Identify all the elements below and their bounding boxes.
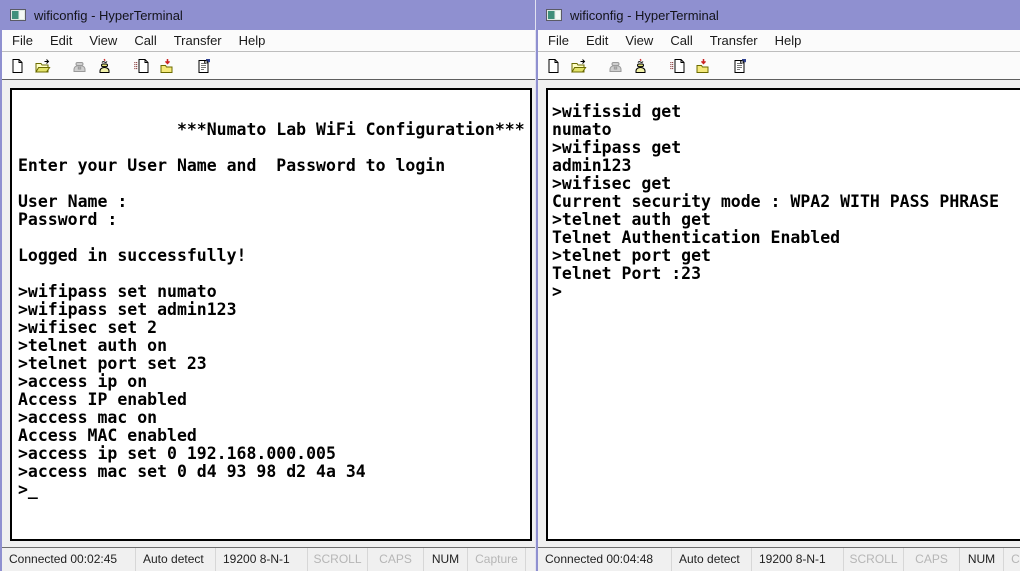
hyperterminal-icon[interactable]	[546, 9, 562, 22]
baud-rate: 19200 8-N-1	[752, 548, 844, 571]
receive-file-icon[interactable]	[156, 57, 176, 75]
terminal-line: ***Numato Lab WiFi Configuration***	[18, 121, 530, 139]
terminal-line: >wifipass get	[552, 139, 1020, 157]
statusbar: Connected 00:04:48Auto detect19200 8-N-1…	[538, 547, 1020, 571]
hyperterminal-window-left: wificonfig - HyperTerminal FileEditViewC…	[0, 0, 536, 571]
menu-item-help[interactable]: Help	[768, 31, 809, 50]
num-lock-indicator: NUM	[424, 548, 468, 571]
terminal-line: >telnet port set 23	[18, 355, 530, 373]
connected-status: Connected 00:04:48	[538, 548, 672, 571]
menu-item-view[interactable]: View	[618, 31, 660, 50]
call-icon	[605, 57, 625, 75]
terminal-screen[interactable]: >wifissid getnumato>wifipass getadmin123…	[546, 88, 1020, 541]
menu-item-help[interactable]: Help	[232, 31, 273, 50]
menu-item-transfer[interactable]: Transfer	[703, 31, 765, 50]
disconnect-icon[interactable]	[94, 57, 114, 75]
capture-indicator: Capture	[468, 548, 526, 571]
terminal-line: Access IP enabled	[18, 391, 530, 409]
terminal-line: User Name :	[18, 193, 530, 211]
terminal-line: Password :	[18, 211, 530, 229]
menu-item-edit[interactable]: Edit	[43, 31, 79, 50]
terminal-line: >_	[18, 481, 530, 499]
terminal-region: ***Numato Lab WiFi Configuration*** Ente…	[2, 80, 535, 547]
capture-indicator: Capture	[1004, 548, 1020, 571]
menu-item-view[interactable]: View	[82, 31, 124, 50]
terminal-line: >wifissid get	[552, 103, 1020, 121]
caps-lock-indicator: CAPS	[368, 548, 424, 571]
terminal-line: >telnet auth on	[18, 337, 530, 355]
terminal-line: numato	[552, 121, 1020, 139]
terminal-line: Current security mode : WPA2 WITH PASS P…	[552, 193, 1020, 211]
menu-item-file[interactable]: File	[5, 31, 40, 50]
terminal-line: Telnet Port :23	[552, 265, 1020, 283]
terminal-line: >	[552, 283, 1020, 301]
scroll-lock-indicator: SCROLL	[844, 548, 904, 571]
emulation-mode: Auto detect	[672, 548, 752, 571]
terminal-region: >wifissid getnumato>wifipass getadmin123…	[538, 80, 1020, 547]
terminal-screen[interactable]: ***Numato Lab WiFi Configuration*** Ente…	[10, 88, 532, 541]
disconnect-icon[interactable]	[630, 57, 650, 75]
terminal-line: >telnet auth get	[552, 211, 1020, 229]
titlebar[interactable]: wificonfig - HyperTerminal	[538, 0, 1020, 30]
menu-item-call[interactable]: Call	[127, 31, 163, 50]
terminal-line	[18, 103, 530, 121]
menu-item-call[interactable]: Call	[663, 31, 699, 50]
terminal-line: >access mac set 0 d4 93 98 d2 4a 34	[18, 463, 530, 481]
send-file-icon[interactable]	[667, 57, 687, 75]
terminal-line	[18, 265, 530, 283]
window-title: wificonfig - HyperTerminal	[570, 8, 719, 23]
terminal-line	[18, 175, 530, 193]
terminal-line: >wifisec set 2	[18, 319, 530, 337]
terminal-line: >wifipass set admin123	[18, 301, 530, 319]
send-file-icon[interactable]	[131, 57, 151, 75]
terminal-line: Logged in successfully!	[18, 247, 530, 265]
emulation-mode: Auto detect	[136, 548, 216, 571]
terminal-line: >access ip on	[18, 373, 530, 391]
menu-item-transfer[interactable]: Transfer	[167, 31, 229, 50]
menu-item-edit[interactable]: Edit	[579, 31, 615, 50]
new-connection-icon[interactable]	[7, 57, 27, 75]
scroll-lock-indicator: SCROLL	[308, 548, 368, 571]
toolbar	[538, 52, 1020, 80]
terminal-line: >wifipass set numato	[18, 283, 530, 301]
call-icon	[69, 57, 89, 75]
hyperterminal-window-right: wificonfig - HyperTerminal FileEditViewC…	[536, 0, 1020, 571]
print-echo-indicator: Print echo	[526, 548, 535, 571]
receive-file-icon[interactable]	[692, 57, 712, 75]
terminal-line: admin123	[552, 157, 1020, 175]
terminal-line	[18, 139, 530, 157]
terminal-line: >telnet port get	[552, 247, 1020, 265]
terminal-line: Access MAC enabled	[18, 427, 530, 445]
toolbar	[2, 52, 535, 80]
menubar: FileEditViewCallTransferHelp	[2, 30, 535, 52]
terminal-line: Enter your User Name and Password to log…	[18, 157, 530, 175]
properties-icon[interactable]	[729, 57, 749, 75]
open-connection-icon[interactable]	[568, 57, 588, 75]
terminal-line: >wifisec get	[552, 175, 1020, 193]
terminal-line: >access ip set 0 192.168.000.005	[18, 445, 530, 463]
caps-lock-indicator: CAPS	[904, 548, 960, 571]
terminal-line: >access mac on	[18, 409, 530, 427]
statusbar: Connected 00:02:45Auto detect19200 8-N-1…	[2, 547, 535, 571]
num-lock-indicator: NUM	[960, 548, 1004, 571]
terminal-line	[18, 229, 530, 247]
menu-item-file[interactable]: File	[541, 31, 576, 50]
properties-icon[interactable]	[193, 57, 213, 75]
window-title: wificonfig - HyperTerminal	[34, 8, 183, 23]
menubar: FileEditViewCallTransferHelp	[538, 30, 1020, 52]
new-connection-icon[interactable]	[543, 57, 563, 75]
titlebar[interactable]: wificonfig - HyperTerminal	[2, 0, 535, 30]
connected-status: Connected 00:02:45	[2, 548, 136, 571]
hyperterminal-icon[interactable]	[10, 9, 26, 22]
open-connection-icon[interactable]	[32, 57, 52, 75]
terminal-line: Telnet Authentication Enabled	[552, 229, 1020, 247]
baud-rate: 19200 8-N-1	[216, 548, 308, 571]
